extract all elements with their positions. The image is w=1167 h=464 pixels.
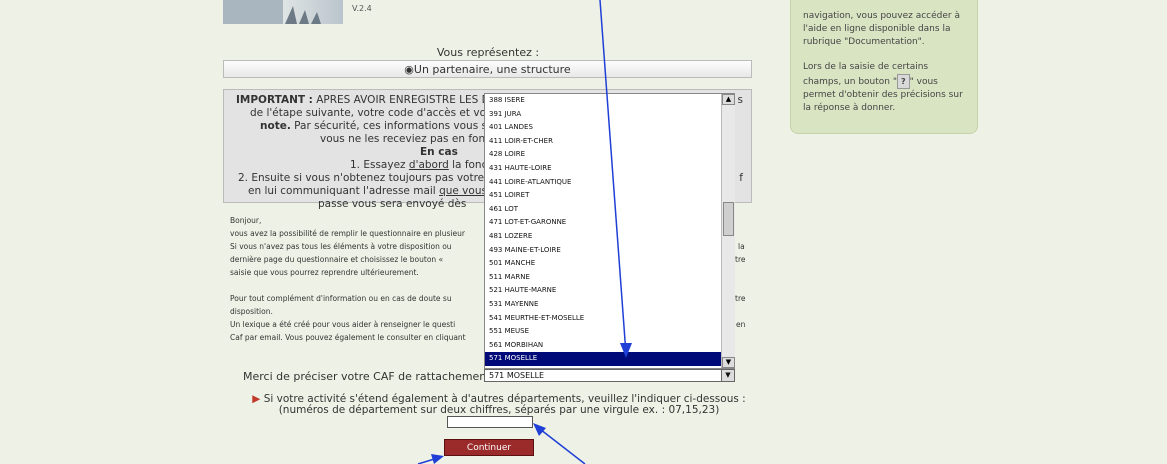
intro-line-7-tail: en <box>736 320 746 329</box>
important-line-8: en lui communiquant l'adresse mail <box>248 185 436 197</box>
caf-option[interactable]: 481 LOZERE <box>485 230 734 244</box>
important-line-7: 2. Ensuite si vous n'obtenez toujours pa… <box>238 172 485 184</box>
caf-option[interactable]: 561 MORBIHAN <box>485 339 734 353</box>
radio-selected-icon[interactable]: ◉ <box>404 63 414 76</box>
representation-option-label: Un partenaire, une structure <box>413 63 571 76</box>
scroll-thumb[interactable] <box>723 202 734 236</box>
caf-option[interactable]: 388 ISERE <box>485 94 734 108</box>
scroll-down-icon[interactable]: ▼ <box>722 357 735 368</box>
caf-option[interactable]: 501 MANCHE <box>485 257 734 271</box>
intro-line-5-tail: tre <box>735 294 746 303</box>
annotation-arrow-continue <box>417 456 442 464</box>
annotation-arrow-input <box>535 425 586 464</box>
caf-option[interactable]: 461 LOT <box>485 203 734 217</box>
important-line-1-tail: s <box>737 94 743 106</box>
intro-line-2-tail: la <box>738 242 745 251</box>
important-heading: IMPORTANT : <box>236 94 313 106</box>
intro-line-7: Un lexique a été créé pour vous aider à … <box>230 320 456 329</box>
logo-version: V.2.4 <box>352 4 372 13</box>
caf-option[interactable]: 493 MAINE-ET-LOIRE <box>485 244 734 258</box>
caf-option[interactable]: 521 HAUTE-MARNE <box>485 284 734 298</box>
caf-option[interactable]: 431 HAUTE-LOIRE <box>485 162 734 176</box>
important-line-7-tail: f <box>739 172 743 184</box>
caf-option[interactable]: 391 JURA <box>485 108 734 122</box>
caf-option[interactable]: 451 LOIRET <box>485 189 734 203</box>
help-paragraph-1: navigation, vous pouvez accéder à l'aide… <box>803 11 960 47</box>
logo-image-icon <box>223 0 321 24</box>
caf-dropdown-list[interactable]: 388 ISERE 391 JURA 401 LANDES 411 LOIR-ET-C… <box>484 93 735 369</box>
annotation-arrowhead-input <box>533 423 546 436</box>
representation-option[interactable]: ◉Un partenaire, une structure <box>223 60 752 78</box>
triangle-bullet-icon: ▶ <box>252 393 261 405</box>
important-line-5: En cas <box>420 146 458 158</box>
annotation-arrowhead-continue <box>431 454 444 464</box>
important-dabord: d'abord <box>408 159 449 171</box>
important-line-6-tail: la fonc <box>452 159 488 171</box>
caf-list-scrollbar[interactable]: ▲ ▼ <box>721 94 735 368</box>
caf-label: Merci de préciser votre CAF de rattachem… <box>243 370 498 383</box>
caf-select[interactable]: 571 MOSELLE ▼ <box>484 369 735 382</box>
caf-option[interactable]: 511 MARNE <box>485 271 734 285</box>
caf-selected-value: 571 MOSELLE <box>489 371 545 380</box>
continue-button[interactable]: Continuer <box>444 439 534 456</box>
important-que-vous: que vous <box>439 185 487 197</box>
important-line-1: APRES AVOIR ENREGISTRE LES DO <box>316 94 499 106</box>
caf-option-selected[interactable]: 571 MOSELLE <box>485 352 734 366</box>
caf-option[interactable]: 531 MAYENNE <box>485 298 734 312</box>
chevron-down-icon[interactable]: ▼ <box>721 370 734 381</box>
caf-option[interactable]: 471 LOT-ET-GARONNE <box>485 216 734 230</box>
caf-option[interactable]: 428 LOIRE <box>485 148 734 162</box>
intro-line-5: Pour tout complément d'information ou en… <box>230 294 452 303</box>
important-line-6: 1. Essayez <box>350 159 406 171</box>
caf-option[interactable]: 541 MEURTHE-ET-MOSELLE <box>485 312 734 326</box>
caf-option[interactable]: 551 MEUSE <box>485 325 734 339</box>
caf-option[interactable]: 411 LOIR-ET-CHER <box>485 135 734 149</box>
representation-label: Vous représentez : <box>436 46 540 59</box>
intro-line-3: dernière page du questionnaire et choisi… <box>230 255 444 264</box>
intro-line-3-tail: tre <box>735 255 746 264</box>
activity-line-2: (numéros de département sur deux chiffre… <box>278 404 720 416</box>
scroll-up-icon[interactable]: ▲ <box>722 94 735 105</box>
important-line-3: Par sécurité, ces informations vous sero <box>294 120 504 132</box>
help-paragraph-2: Lors de la saisie de certains champs, un… <box>803 61 967 115</box>
caf-option[interactable]: 401 LANDES <box>485 121 734 135</box>
intro-line-2: Si vous n'avez pas tous les éléments à v… <box>230 242 452 251</box>
departments-input[interactable] <box>447 416 533 428</box>
important-note-bold: note. <box>260 120 291 132</box>
activity-instructions: ▶ Si votre activité s'étend également à … <box>223 394 775 416</box>
caf-option[interactable]: 441 LOIRE-ATLANTIQUE <box>485 176 734 190</box>
help-side-panel: navigation, vous pouvez accéder à l'aide… <box>790 0 978 134</box>
help-question-button[interactable]: ? <box>897 74 910 89</box>
app-logo <box>223 0 343 24</box>
